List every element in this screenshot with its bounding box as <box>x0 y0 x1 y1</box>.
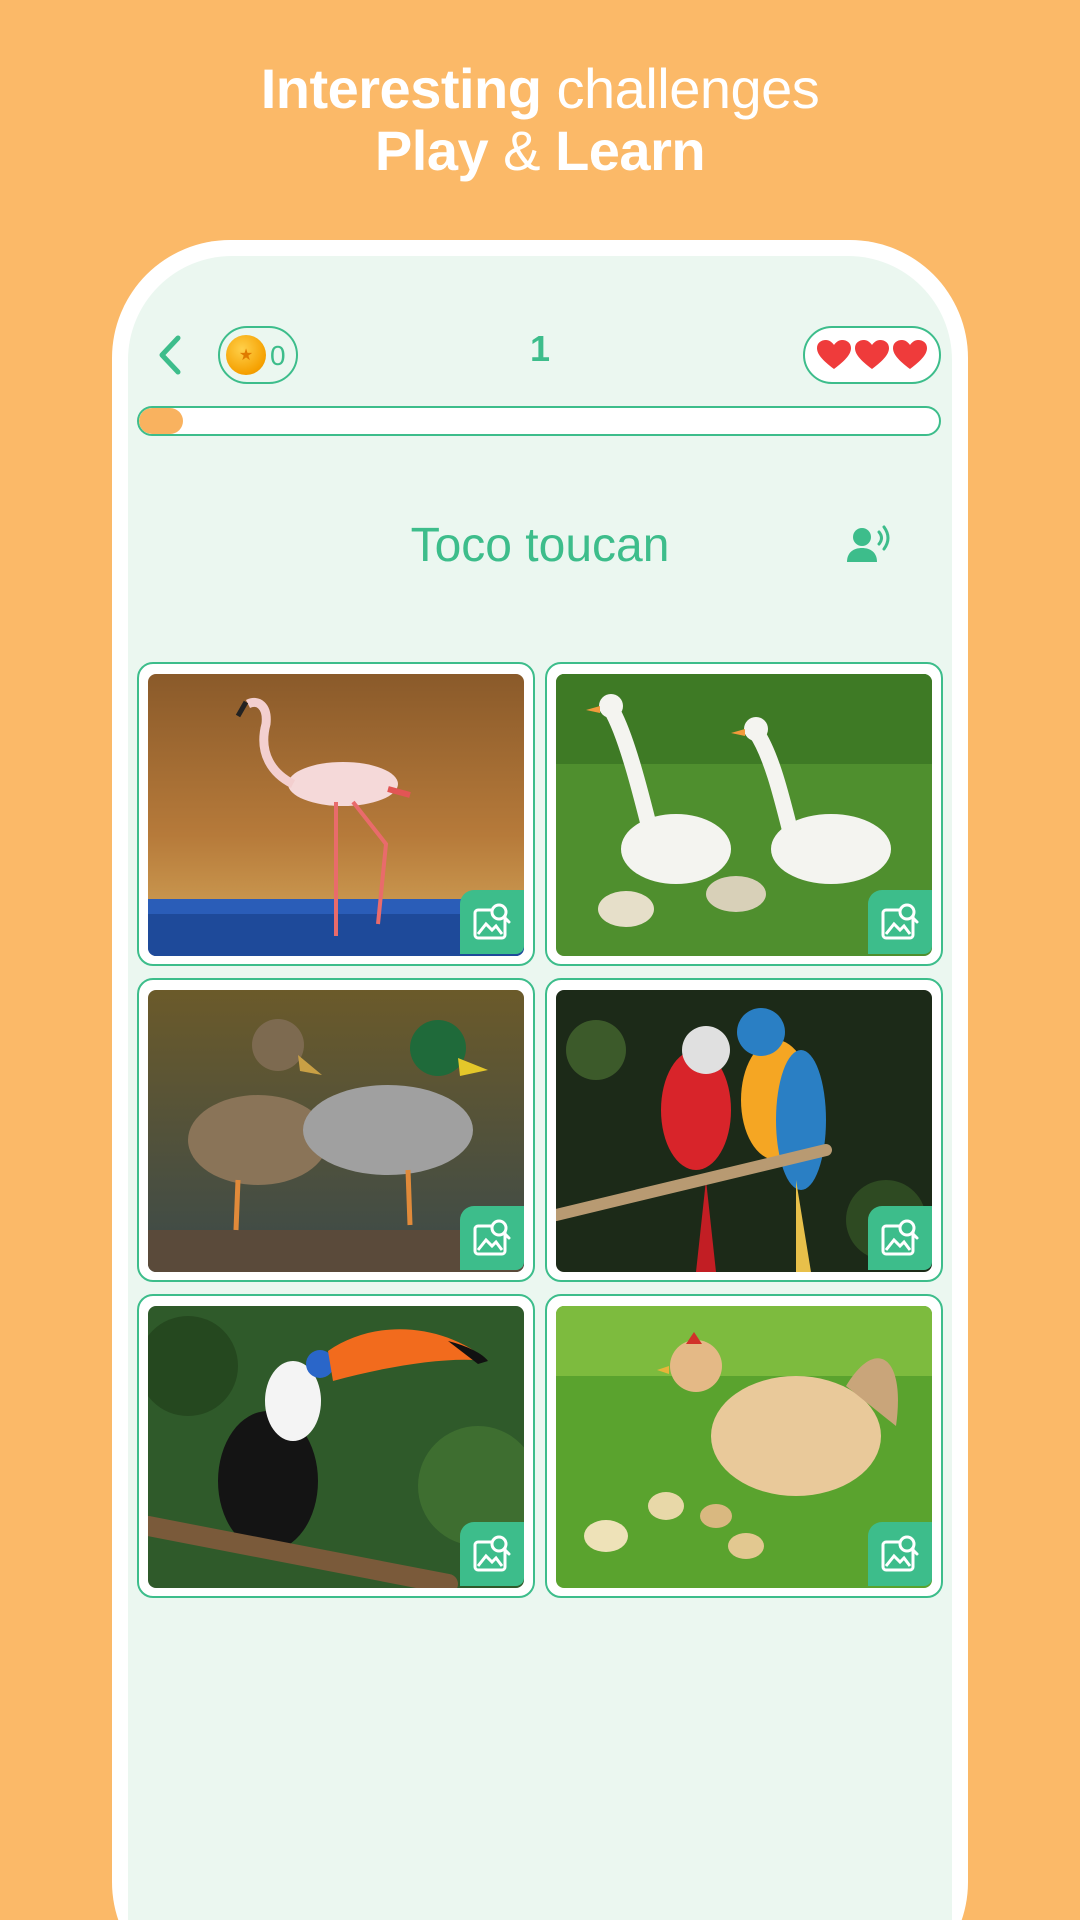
zoom-button[interactable] <box>460 1206 524 1270</box>
image-search-icon <box>473 903 511 940</box>
image-search-icon <box>473 1535 511 1572</box>
option-card-geese[interactable] <box>545 662 943 966</box>
lives-indicator <box>803 326 941 384</box>
app-screen: ★ 0 1 Toco toucan <box>128 256 952 1920</box>
heart-icon <box>893 340 927 370</box>
image-search-icon <box>473 1219 511 1256</box>
option-card-macaws[interactable] <box>545 978 943 1282</box>
promo-line-1-bold: Interesting <box>260 57 542 120</box>
promo-line-2: Play & Learn <box>0 120 1080 182</box>
back-button[interactable] <box>150 330 190 380</box>
image-search-icon <box>881 903 919 940</box>
level-number: 1 <box>529 328 551 369</box>
coin-icon: ★ <box>226 335 266 375</box>
promo-line-1-light: challenges <box>541 57 820 120</box>
option-card-flamingo[interactable] <box>137 662 535 966</box>
promo-line-2-bold-b: Learn <box>555 119 706 182</box>
question-prompt: Toco toucan <box>410 519 670 572</box>
zoom-button[interactable] <box>868 1206 932 1270</box>
zoom-button[interactable] <box>868 1522 932 1586</box>
speak-button[interactable] <box>842 516 898 572</box>
option-card-mallard-ducks[interactable] <box>137 978 535 1282</box>
image-search-icon <box>881 1535 919 1572</box>
option-card-toucan[interactable] <box>137 1294 535 1598</box>
zoom-button[interactable] <box>460 1522 524 1586</box>
coin-count: 0 <box>270 340 286 371</box>
promo-headline: Interesting challenges Play & Learn <box>0 58 1080 182</box>
progress-bar <box>137 406 941 436</box>
image-search-icon <box>881 1219 919 1256</box>
promo-line-2-bold-a: Play <box>374 119 489 182</box>
chevron-left-icon <box>159 335 181 375</box>
zoom-button[interactable] <box>868 890 932 954</box>
zoom-button[interactable] <box>460 890 524 954</box>
phone-frame: ★ 0 1 Toco toucan <box>112 240 968 1920</box>
promo-line-1: Interesting challenges <box>0 58 1080 120</box>
heart-icon <box>817 340 851 370</box>
heart-icon <box>855 340 889 370</box>
option-card-hen-and-chicks[interactable] <box>545 1294 943 1598</box>
progress-fill <box>139 408 183 434</box>
coin-counter[interactable]: ★ 0 <box>218 326 298 384</box>
promo-line-2-light: & <box>488 119 556 182</box>
speak-icon <box>847 525 890 562</box>
